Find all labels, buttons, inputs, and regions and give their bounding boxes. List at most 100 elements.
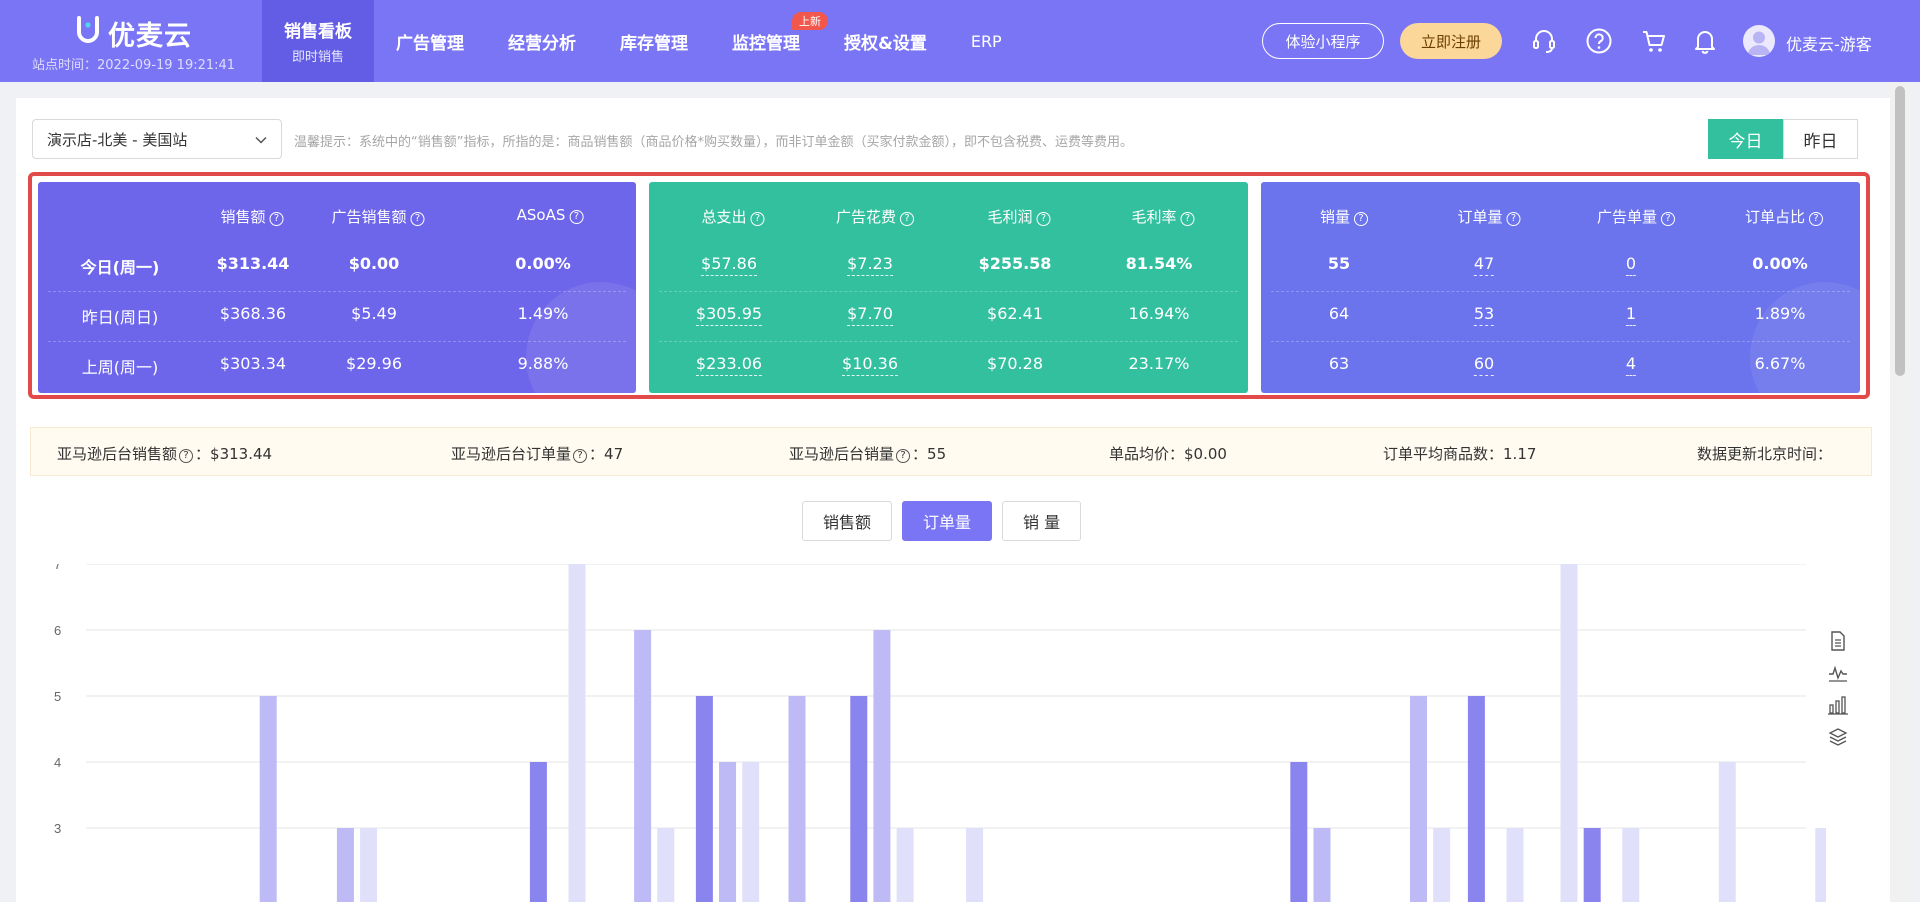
- asoas-yesterday: 1.49%: [517, 304, 569, 323]
- kpi-header[interactable]: 订单占比?: [1745, 206, 1824, 227]
- ad-orders-yesterday[interactable]: 1: [1625, 304, 1637, 326]
- user-name[interactable]: 优麦云-游客: [1786, 31, 1872, 55]
- stack-icon[interactable]: [1827, 726, 1849, 748]
- scrollbar[interactable]: [1890, 82, 1910, 902]
- question-icon[interactable]: ?: [179, 449, 194, 463]
- cart-icon[interactable]: [1639, 26, 1669, 56]
- tab-sales[interactable]: 销售额: [802, 501, 893, 541]
- chart-bar[interactable]: [966, 828, 984, 902]
- chart-bar[interactable]: [1560, 564, 1578, 902]
- summary-label: 单品均价：: [1109, 445, 1185, 463]
- ad-spend-last-week[interactable]: $10.36: [842, 354, 898, 376]
- kpi-header[interactable]: 销售额?: [220, 206, 284, 227]
- chart-bar[interactable]: [1506, 828, 1524, 902]
- gross-margin-last-week: 23.17%: [1128, 354, 1190, 373]
- chart-bar[interactable]: [568, 564, 586, 902]
- chart-bar[interactable]: [1583, 828, 1601, 902]
- nav-inventory[interactable]: 库存管理: [598, 0, 710, 82]
- kpi-header-label: 广告花费: [835, 208, 897, 226]
- chart-bar[interactable]: [360, 828, 378, 902]
- scrollbar-thumb[interactable]: [1895, 86, 1905, 376]
- tab-units[interactable]: 销 量: [1002, 501, 1082, 541]
- question-icon[interactable]: ?: [269, 212, 284, 226]
- question-icon[interactable]: ?: [573, 449, 588, 463]
- kpi-header[interactable]: 广告销售额?: [331, 206, 425, 227]
- kpi-header[interactable]: 广告单量?: [1597, 206, 1676, 227]
- ad-spend-today[interactable]: $7.23: [847, 254, 893, 276]
- mini-program-button[interactable]: 体验小程序: [1262, 23, 1384, 59]
- ad-spend-yesterday[interactable]: $7.70: [847, 304, 893, 326]
- data-view-icon[interactable]: [1827, 630, 1849, 652]
- yesterday-button[interactable]: 昨日: [1783, 119, 1858, 159]
- chart-bar[interactable]: [896, 828, 914, 902]
- kpi-header-label: 订单量: [1457, 208, 1503, 226]
- ad-orders-today[interactable]: 0: [1625, 254, 1637, 276]
- logo[interactable]: 优麦云 站点时间：2022-09-19 19:21:41: [32, 10, 252, 74]
- store-select[interactable]: 演示店-北美 - 美国站: [32, 119, 282, 159]
- register-button[interactable]: 立即注册: [1400, 23, 1502, 59]
- chart-bar[interactable]: [259, 696, 277, 902]
- chart-bar[interactable]: [719, 762, 737, 902]
- help-icon[interactable]: [1584, 26, 1614, 56]
- orders-today[interactable]: 47: [1473, 254, 1495, 276]
- bar-chart-icon[interactable]: [1827, 694, 1849, 716]
- kpi-header[interactable]: 销量?: [1319, 206, 1369, 227]
- total-spend-today[interactable]: $57.86: [701, 254, 757, 276]
- chart-bar[interactable]: [742, 762, 760, 902]
- total-spend-yesterday[interactable]: $305.95: [695, 304, 763, 326]
- orders-yesterday[interactable]: 53: [1473, 304, 1495, 326]
- question-icon[interactable]: ?: [1506, 212, 1521, 226]
- question-icon[interactable]: ?: [1354, 212, 1369, 226]
- nav-ad-management[interactable]: 广告管理: [374, 0, 486, 82]
- chart-bar[interactable]: [1622, 828, 1640, 902]
- question-icon[interactable]: ?: [1661, 212, 1676, 226]
- kpi-header[interactable]: 总支出?: [701, 206, 765, 227]
- nav-sales-board[interactable]: 销售看板 即时销售: [262, 0, 374, 82]
- amazon-summary-bar: 亚马逊后台销售额? ：$313.44 亚马逊后台订单量? ：47 亚马逊后台销量?：…: [30, 427, 1872, 476]
- kpi-header[interactable]: 订单量?: [1457, 206, 1521, 227]
- total-spend-last-week[interactable]: $233.06: [695, 354, 763, 376]
- chart-bar[interactable]: [788, 696, 806, 902]
- chart-bar[interactable]: [634, 630, 652, 902]
- question-icon[interactable]: ?: [900, 212, 915, 226]
- question-icon[interactable]: ?: [896, 449, 911, 463]
- chart-bar[interactable]: [1290, 762, 1308, 902]
- ad-orders-last-week[interactable]: 4: [1625, 354, 1637, 376]
- question-icon[interactable]: ?: [569, 210, 584, 224]
- chart-bar[interactable]: [1467, 696, 1485, 902]
- question-icon[interactable]: ?: [1809, 212, 1824, 226]
- chart-bar[interactable]: [1313, 828, 1331, 902]
- chart-bar[interactable]: [850, 696, 868, 902]
- row-label-today: 今日(周一): [80, 258, 160, 277]
- kpi-header[interactable]: 广告花费?: [835, 206, 915, 227]
- chart-bar[interactable]: [1815, 828, 1826, 902]
- chart-bar[interactable]: [657, 828, 675, 902]
- question-icon[interactable]: ?: [410, 212, 425, 226]
- customer-service-icon[interactable]: [1529, 26, 1559, 56]
- chart-bar[interactable]: [336, 828, 354, 902]
- question-icon[interactable]: ?: [1180, 212, 1195, 226]
- y-tick-label: 6: [54, 623, 61, 638]
- chart-bar[interactable]: [695, 696, 713, 902]
- today-button[interactable]: 今日: [1708, 119, 1783, 159]
- avatar[interactable]: [1743, 25, 1775, 57]
- kpi-header[interactable]: ASoAS?: [517, 206, 584, 224]
- nav-authorization-settings[interactable]: 授权&设置: [822, 0, 949, 82]
- line-chart-icon[interactable]: [1827, 662, 1849, 684]
- chart-bar[interactable]: [873, 630, 891, 902]
- kpi-header[interactable]: 毛利润?: [987, 206, 1051, 227]
- bell-icon[interactable]: [1690, 26, 1720, 56]
- question-icon[interactable]: ?: [750, 212, 765, 226]
- question-icon[interactable]: ?: [1036, 212, 1051, 226]
- tab-orders[interactable]: 订单量: [902, 501, 993, 541]
- chart-bar[interactable]: [529, 762, 547, 902]
- orders-last-week[interactable]: 60: [1473, 354, 1495, 376]
- nav-erp[interactable]: ERP: [949, 0, 1024, 82]
- nav-business-analysis[interactable]: 经营分析: [486, 0, 598, 82]
- kpi-header-label: 销量: [1319, 208, 1351, 226]
- nav-monitoring[interactable]: 监控管理 上新: [710, 0, 828, 82]
- kpi-header[interactable]: 毛利率?: [1131, 206, 1195, 227]
- chart-bar[interactable]: [1718, 762, 1736, 902]
- chart-bar[interactable]: [1409, 696, 1427, 902]
- chart-bar[interactable]: [1433, 828, 1451, 902]
